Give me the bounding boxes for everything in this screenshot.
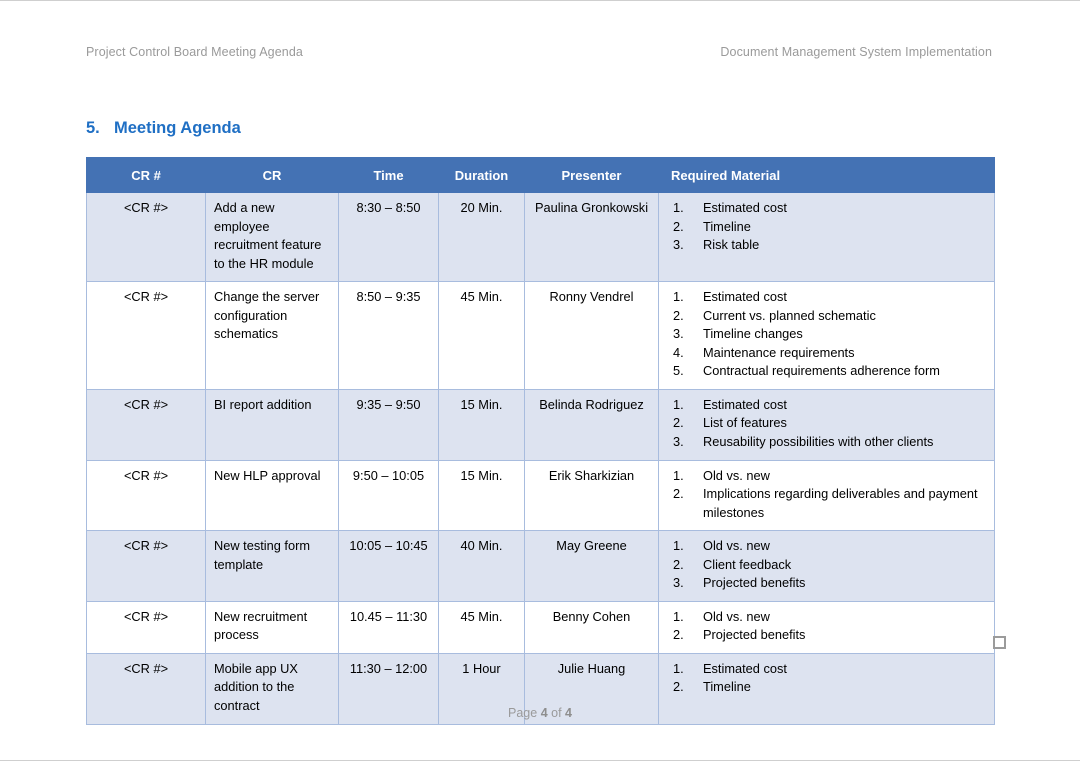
cell-cr-number: <CR #> <box>86 388 206 461</box>
empty-square-mark <box>993 636 1006 649</box>
cell-cr-description: Change the server configuration schemati… <box>205 281 339 390</box>
footer-total-pages: 4 <box>565 706 572 720</box>
document-page: Project Control Board Meeting Agenda Doc… <box>0 0 1080 761</box>
required-material-item: Contractual requirements adherence form <box>673 362 940 380</box>
cell-presenter: Erik Sharkizian <box>524 459 659 532</box>
column-header-required-material: Required Material <box>658 157 995 193</box>
table-header: CR # CR Time Duration Presenter Required… <box>86 157 995 193</box>
section-heading: 5. Meeting Agenda <box>86 119 241 138</box>
cell-cr-description: Add a new employee recruitment feature t… <box>205 191 339 283</box>
cell-presenter: Ronny Vendrel <box>524 281 659 390</box>
cell-duration: 20 Min. <box>438 191 525 283</box>
footer-page-middle: of <box>547 706 566 720</box>
required-material-list: Estimated cost Current vs. planned schema… <box>667 288 986 381</box>
column-header-time: Time <box>338 157 439 193</box>
cell-cr-description: New HLP approval <box>205 459 339 532</box>
required-material-item: Projected benefits <box>673 626 806 644</box>
required-material-item: Timeline <box>673 678 751 696</box>
required-material-list: Estimated cost Timeline <box>667 660 986 697</box>
required-material-item: Estimated cost <box>673 396 787 414</box>
cell-cr-number: <CR #> <box>86 530 206 602</box>
table-row: <CR #> New testing form template 10:05 – 1… <box>86 530 995 602</box>
required-material-item: Timeline changes <box>673 325 803 343</box>
table-row: <CR #> New HLP approval 9:50 – 10:05 15 Min… <box>86 459 995 532</box>
column-header-cr-number: CR # <box>86 157 206 193</box>
cell-presenter: Belinda Rodriguez <box>524 388 659 461</box>
cell-required-material: Old vs. new Client feedback Projected bene… <box>658 530 995 602</box>
required-material-item: Old vs. new <box>673 467 770 485</box>
required-material-item: List of features <box>673 414 787 432</box>
required-material-list: Old vs. new Client feedback Projected bene… <box>667 537 986 593</box>
cell-required-material: Old vs. new Implications regarding delive… <box>658 459 995 532</box>
footer-current-page: 4 <box>540 706 548 720</box>
cell-presenter: May Greene <box>524 530 659 602</box>
cell-duration: 45 Min. <box>438 281 525 390</box>
agenda-table-container: CR # CR Time Duration Presenter Required… <box>86 157 995 725</box>
required-material-item: Risk table <box>673 236 760 254</box>
cell-required-material: Estimated cost Timeline Risk table <box>658 191 995 283</box>
cell-cr-number: <CR #> <box>86 600 206 654</box>
cell-time: 8:50 – 9:35 <box>338 281 439 390</box>
table-body: <CR #> Add a new employee recruitment fea… <box>86 191 995 725</box>
required-material-list: Old vs. new Implications regarding delive… <box>667 467 986 523</box>
footer-page-prefix: Page <box>508 706 541 720</box>
cell-cr-number: <CR #> <box>86 459 206 532</box>
cell-time: 9:35 – 9:50 <box>338 388 439 461</box>
required-material-list: Estimated cost Timeline Risk table <box>667 199 986 255</box>
table-row: <CR #> BI report addition 9:35 – 9:50 15 Mi… <box>86 388 995 461</box>
column-header-cr: CR <box>205 157 339 193</box>
cell-presenter: Benny Cohen <box>524 600 659 654</box>
required-material-item: Timeline <box>673 218 751 236</box>
required-material-item: Implications regarding deliverables and … <box>673 485 978 520</box>
required-material-item: Maintenance requirements <box>673 344 855 362</box>
column-header-presenter: Presenter <box>524 157 659 193</box>
cell-duration: 40 Min. <box>438 530 525 602</box>
required-material-item: Client feedback <box>673 556 792 574</box>
cell-time: 8:30 – 8:50 <box>338 191 439 283</box>
cell-required-material: Estimated cost Current vs. planned schema… <box>658 281 995 390</box>
cell-presenter: Paulina Gronkowski <box>524 191 659 283</box>
table-header-row: CR # CR Time Duration Presenter Required… <box>86 157 995 193</box>
required-material-item: Estimated cost <box>673 660 787 678</box>
required-material-item: Estimated cost <box>673 288 787 306</box>
table-row: <CR #> Change the server configuration sc… <box>86 281 995 390</box>
cell-time: 10:05 – 10:45 <box>338 530 439 602</box>
document-footer: Page 4 of 4 <box>0 706 1080 720</box>
required-material-list: Old vs. new Projected benefits <box>667 608 986 645</box>
cell-duration: 45 Min. <box>438 600 525 654</box>
required-material-item: Estimated cost <box>673 199 787 217</box>
cell-time: 10.45 – 11:30 <box>338 600 439 654</box>
cell-required-material: Estimated cost List of features Reusabilit… <box>658 388 995 461</box>
cell-required-material: Old vs. new Projected benefits <box>658 600 995 654</box>
document-running-header: Project Control Board Meeting Agenda Doc… <box>86 45 992 59</box>
required-material-list: Estimated cost List of features Reusabilit… <box>667 396 986 452</box>
table-row: <CR #> Add a new employee recruitment fea… <box>86 191 995 283</box>
cell-cr-description: BI report addition <box>205 388 339 461</box>
cell-cr-number: <CR #> <box>86 281 206 390</box>
header-left-text: Project Control Board Meeting Agenda <box>86 45 303 59</box>
cell-duration: 15 Min. <box>438 388 525 461</box>
cell-duration: 15 Min. <box>438 459 525 532</box>
section-number: 5. <box>86 119 100 137</box>
meeting-agenda-table: CR # CR Time Duration Presenter Required… <box>86 157 995 725</box>
header-right-text: Document Management System Implementatio… <box>720 45 992 59</box>
required-material-item: Current vs. planned schematic <box>673 307 876 325</box>
required-material-item: Old vs. new <box>673 537 770 555</box>
cell-cr-description: New testing form template <box>205 530 339 602</box>
required-material-item: Projected benefits <box>673 574 806 592</box>
cell-cr-number: <CR #> <box>86 191 206 283</box>
cell-time: 9:50 – 10:05 <box>338 459 439 532</box>
section-title: Meeting Agenda <box>114 119 241 137</box>
required-material-item: Reusability possibilities with other cli… <box>673 433 934 451</box>
cell-cr-description: New recruitment process <box>205 600 339 654</box>
column-header-duration: Duration <box>438 157 525 193</box>
table-row: <CR #> New recruitment process 10.45 – 11:… <box>86 600 995 654</box>
required-material-item: Old vs. new <box>673 608 770 626</box>
